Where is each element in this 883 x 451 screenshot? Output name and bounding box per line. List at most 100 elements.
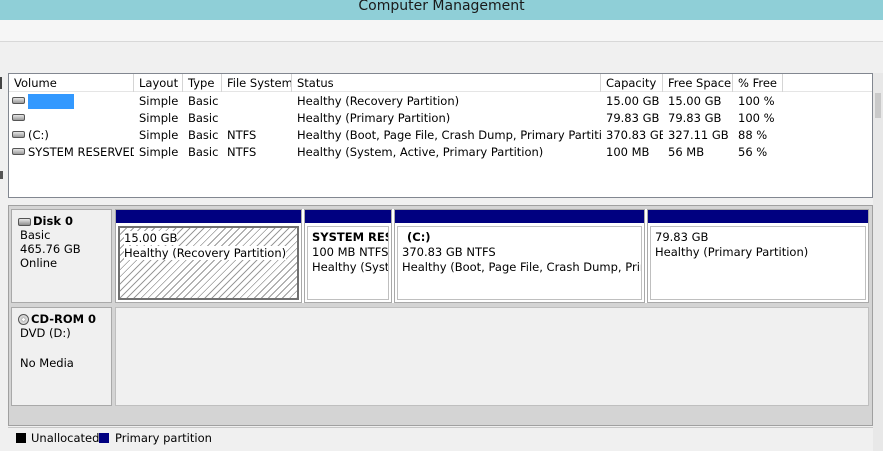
volume-cell: [9, 110, 134, 127]
column-header-free-space[interactable]: Free Space: [663, 74, 733, 92]
pct-free-cell: 100 %: [738, 111, 775, 125]
toolbar: [0, 20, 883, 42]
partition-primary[interactable]: 79.83 GB Healthy (Primary Partition): [647, 209, 869, 303]
capacity-cell: 100 MB: [606, 145, 650, 159]
layout-cell: Simple: [139, 145, 179, 159]
primary-partition-bar: [116, 210, 301, 223]
partition-size: 370.83 GB NTFS: [402, 245, 496, 259]
pct-free-cell: 56 %: [738, 145, 768, 159]
status-cell: Healthy (System, Active, Primary Partiti…: [297, 145, 544, 159]
legend-unallocated: Unallocated: [31, 431, 100, 445]
primary-partition-bar: [648, 210, 868, 223]
column-header-layout[interactable]: Layout: [134, 74, 183, 92]
capacity-cell: 370.83 GB: [606, 128, 663, 142]
volume-row[interactable]: (C:) Simple Basic NTFS Healthy (Boot, Pa…: [9, 127, 872, 144]
disk-0-partitions: 15.00 GB Healthy (Recovery Partition) SY…: [115, 209, 869, 303]
free-space-cell: 79.83 GB: [668, 111, 722, 125]
column-header-capacity[interactable]: Capacity: [601, 74, 663, 92]
column-header-pct-free[interactable]: % Free: [733, 74, 783, 92]
drive-icon: [12, 114, 25, 121]
partition-title: SYSTEM RESE: [312, 230, 388, 244]
partition-body: SYSTEM RESE 100 MB NTFS Healthy (Syste: [307, 226, 389, 300]
partition-size: 15.00 GB: [124, 231, 178, 245]
volume-cell: SYSTEM RESERVED: [9, 144, 134, 161]
status-cell: Healthy (Boot, Page File, Crash Dump, Pr…: [297, 128, 601, 142]
disk-map: Disk 0 Basic 465.76 GB Online 15.00 GB H…: [8, 205, 873, 426]
layout-cell: Simple: [139, 128, 179, 142]
disk-media: No Media: [20, 356, 74, 370]
volume-cell: (C:): [9, 127, 134, 144]
cd-rom-0-label[interactable]: CD-ROM 0 DVD (D:) No Media: [11, 307, 112, 406]
type-cell: Basic: [188, 111, 219, 125]
disk-size: 465.76 GB: [20, 242, 81, 256]
volume-row[interactable]: Simple Basic Healthy (Primary Partition)…: [9, 110, 872, 127]
layout-cell: Simple: [139, 111, 179, 125]
file-system-cell: NTFS: [227, 128, 257, 142]
volume-list: Volume Layout Type File System Status Ca…: [8, 73, 873, 198]
status-cell: Healthy (Recovery Partition): [297, 94, 460, 108]
free-space-cell: 327.11 GB: [668, 128, 729, 142]
legend: Unallocated Primary partition: [8, 427, 873, 451]
partition-status: Healthy (Boot, Page File, Crash Dump, Pr…: [402, 260, 642, 274]
cd-rom-0-area[interactable]: [115, 307, 869, 406]
cd-rom-icon: [18, 314, 29, 325]
unallocated-swatch: [16, 433, 26, 443]
partition-title: (C:): [407, 230, 431, 244]
free-space-cell: 15.00 GB: [668, 94, 722, 108]
drive-icon: [12, 131, 25, 138]
pct-free-cell: 88 %: [738, 128, 768, 142]
pct-free-cell: 100 %: [738, 94, 775, 108]
partition-size: 100 MB NTFS: [312, 245, 389, 259]
partition-size: 79.83 GB: [655, 230, 709, 244]
partition-recovery[interactable]: 15.00 GB Healthy (Recovery Partition): [115, 209, 302, 303]
partition-system-reserved[interactable]: SYSTEM RESE 100 MB NTFS Healthy (Syste: [304, 209, 392, 303]
partition-body: 79.83 GB Healthy (Primary Partition): [650, 226, 866, 300]
status-cell: Healthy (Primary Partition): [297, 111, 451, 125]
column-header-type[interactable]: Type: [183, 74, 222, 92]
volume-name: (C:): [28, 128, 49, 142]
window-title: Computer Management: [358, 0, 525, 14]
volume-name: SYSTEM RESERVED: [28, 145, 134, 159]
partition-body: (C:) 370.83 GB NTFS Healthy (Boot, Page …: [397, 226, 642, 300]
left-edge-mark: [0, 171, 3, 179]
column-header-volume[interactable]: Volume: [9, 74, 134, 92]
left-edge: [0, 73, 6, 451]
capacity-cell: 79.83 GB: [606, 111, 660, 125]
layout-cell: Simple: [139, 94, 179, 108]
volume-row[interactable]: SYSTEM RESERVED Simple Basic NTFS Health…: [9, 144, 872, 161]
file-system-cell: NTFS: [227, 145, 257, 159]
volume-row[interactable]: Simple Basic Healthy (Recovery Partition…: [9, 93, 872, 110]
title-bar: Computer Management: [0, 0, 883, 20]
drive-icon: [12, 148, 25, 155]
column-header-file-system[interactable]: File System: [222, 74, 292, 92]
file-system-cell: [222, 93, 292, 110]
partition-c-drive[interactable]: (C:) 370.83 GB NTFS Healthy (Boot, Page …: [394, 209, 645, 303]
partition-status: Healthy (Recovery Partition): [124, 246, 287, 260]
disk-name: Disk 0: [33, 214, 73, 228]
disk-state: Online: [20, 256, 58, 270]
disk-kind: Basic: [20, 228, 51, 242]
partition-status: Healthy (Primary Partition): [655, 245, 809, 259]
type-cell: Basic: [188, 94, 219, 108]
primary-partition-bar: [395, 210, 644, 223]
legend-primary-partition: Primary partition: [115, 431, 212, 445]
partition-status: Healthy (Syste: [312, 260, 389, 274]
scrollbar-thumb[interactable]: [875, 93, 881, 118]
hard-disk-icon: [18, 217, 31, 226]
volume-list-header: Volume Layout Type File System Status Ca…: [9, 74, 872, 92]
disk-0-label[interactable]: Disk 0 Basic 465.76 GB Online: [11, 209, 112, 303]
selected-volume-name[interactable]: [28, 94, 74, 109]
vertical-scrollbar[interactable]: [873, 73, 883, 451]
left-edge-mark: [0, 77, 2, 89]
menu-strip: [0, 43, 883, 71]
disk-kind: DVD (D:): [20, 326, 71, 340]
file-system-cell: [222, 110, 292, 127]
volume-cell: [9, 93, 134, 110]
free-space-cell: 56 MB: [668, 145, 705, 159]
capacity-cell: 15.00 GB: [606, 94, 660, 108]
type-cell: Basic: [188, 128, 219, 142]
column-header-status[interactable]: Status: [292, 74, 601, 92]
drive-icon: [12, 97, 25, 104]
type-cell: Basic: [188, 145, 219, 159]
disk-name: CD-ROM 0: [31, 312, 97, 326]
